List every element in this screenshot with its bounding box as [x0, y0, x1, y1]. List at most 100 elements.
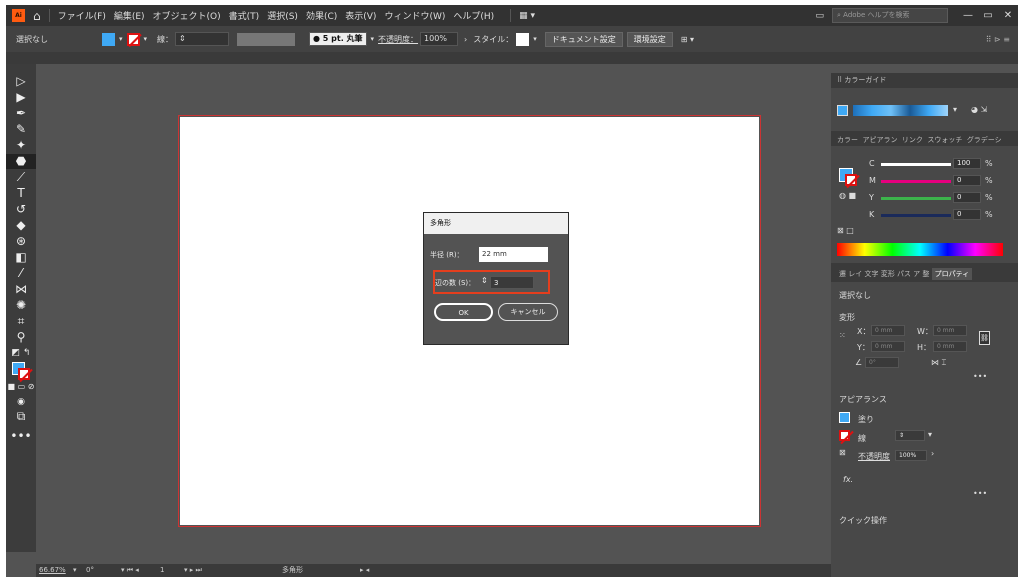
chevron-down-icon[interactable]: ▾: [119, 35, 123, 43]
chevron-right-icon[interactable]: ›: [464, 35, 467, 44]
opacity-input[interactable]: 100%: [895, 450, 927, 461]
status-nav-icon[interactable]: ▸ ◂: [360, 564, 369, 577]
arrange-icon[interactable]: ⊞ ▾: [681, 35, 694, 44]
preferences-button[interactable]: 環境設定: [626, 31, 673, 47]
cancel-button[interactable]: キャンセル: [498, 303, 558, 321]
drawing-mode-icon[interactable]: ◉: [6, 395, 36, 410]
variable-width-profile[interactable]: [237, 32, 296, 46]
tab-gradient[interactable]: グラデーシ: [967, 136, 1002, 144]
chevron-down-icon[interactable]: ▾: [73, 564, 77, 577]
rotate-tool-icon[interactable]: ↺: [6, 202, 36, 217]
channel-y-value[interactable]: 0: [953, 192, 981, 203]
menu-type[interactable]: 書式(T): [229, 9, 260, 22]
angle-input[interactable]: 0°: [865, 357, 899, 368]
chevron-down-icon[interactable]: ▾: [371, 35, 375, 43]
radius-input[interactable]: 22 mm: [479, 247, 548, 262]
minimize-icon[interactable]: —: [958, 10, 978, 21]
symbol-sprayer-icon[interactable]: ✺: [6, 298, 36, 313]
artboard-number[interactable]: 1: [160, 564, 164, 577]
channel-y-slider[interactable]: [881, 197, 951, 200]
tab-transform[interactable]: 変形: [881, 270, 895, 278]
harmony-colors-strip[interactable]: [853, 105, 948, 116]
tab-appearance[interactable]: アピアラン: [862, 136, 897, 144]
x-input[interactable]: 0 mm: [871, 325, 905, 336]
panel-menu-icon[interactable]: ⠿ ⊳ ≡: [986, 35, 1010, 44]
fx-icon[interactable]: fx.: [843, 475, 853, 484]
channel-c-slider[interactable]: [881, 163, 951, 166]
constrain-proportions-icon[interactable]: ⛓: [979, 331, 990, 345]
more-tools-icon[interactable]: •••: [6, 429, 36, 444]
artboard-nav-next-icon[interactable]: ▾ ▸ ⏭: [184, 564, 202, 577]
opacity-label[interactable]: 不透明度：: [378, 34, 418, 45]
brush-definition[interactable]: ● 5 pt. 丸筆: [309, 32, 367, 46]
tab-arrange[interactable]: 整: [922, 270, 929, 278]
tab-align[interactable]: ア: [913, 270, 920, 278]
color-mode-icon[interactable]: ■ ▭ ⊘: [6, 379, 36, 394]
menu-window[interactable]: ウィンドウ(W): [384, 9, 445, 22]
base-color-swatch[interactable]: [837, 105, 848, 116]
tab-links[interactable]: リンク: [902, 136, 923, 144]
chevron-down-icon[interactable]: ▾: [144, 35, 148, 43]
stroke-weight-input[interactable]: ⇕: [175, 32, 230, 46]
menu-select[interactable]: 選択(S): [267, 9, 298, 22]
menu-object[interactable]: オブジェクト(O): [153, 9, 221, 22]
zoom-level[interactable]: 66.67%: [39, 564, 66, 577]
warp-tool-icon[interactable]: ⊛: [6, 234, 36, 249]
blend-tool-icon[interactable]: ⋈: [6, 282, 36, 297]
tab-swatches[interactable]: スウォッチ: [927, 136, 962, 144]
opacity-input[interactable]: 100%: [420, 32, 459, 46]
home-icon[interactable]: ⌂: [33, 9, 41, 23]
channel-m-value[interactable]: 0: [953, 175, 981, 186]
arrange-documents-icon[interactable]: ▭: [815, 11, 824, 21]
channel-c-value[interactable]: 100: [953, 158, 981, 169]
eraser-tool-icon[interactable]: ◆: [6, 218, 36, 233]
document-setup-button[interactable]: ドキュメント設定: [544, 31, 623, 47]
channel-m-slider[interactable]: [881, 180, 951, 183]
menu-view[interactable]: 表示(V): [345, 9, 376, 22]
tab-layers-short[interactable]: 遷: [839, 270, 846, 278]
flip-icons[interactable]: ⋈ ⌶: [931, 358, 946, 368]
brush-tool-icon[interactable]: ⟋: [6, 170, 36, 185]
fill-swatch[interactable]: [102, 32, 115, 46]
curvature-tool-icon[interactable]: ✎: [6, 122, 36, 137]
workspace-switcher-icon[interactable]: ▦ ▾: [519, 11, 535, 21]
channel-k-value[interactable]: 0: [953, 209, 981, 220]
more-options-icon[interactable]: •••: [973, 489, 987, 498]
stroke-weight-stepper[interactable]: ⇕: [895, 430, 925, 441]
stepper-icon[interactable]: ⇕: [481, 276, 488, 285]
help-search-input[interactable]: ⌕ Adobe ヘルプを検索: [832, 8, 948, 23]
w-input[interactable]: 0 mm: [933, 325, 967, 336]
direct-selection-tool-icon[interactable]: ▶: [6, 90, 36, 105]
fill-color-icon[interactable]: [839, 412, 850, 423]
menu-effect[interactable]: 効果(C): [306, 9, 337, 22]
reference-point-icon[interactable]: ⁙: [839, 331, 846, 340]
screen-mode-icon[interactable]: ⧉: [6, 409, 36, 424]
stroke-swatch[interactable]: [126, 32, 140, 46]
ok-button[interactable]: OK: [434, 303, 493, 321]
chevron-right-icon[interactable]: ›: [931, 449, 934, 458]
tab-color[interactable]: カラー: [837, 136, 858, 144]
h-input[interactable]: 0 mm: [933, 341, 967, 352]
anchor-tool-icon[interactable]: ✦: [6, 138, 36, 153]
graphic-style-swatch[interactable]: [516, 32, 530, 46]
color-spectrum[interactable]: [837, 243, 1003, 256]
chevron-down-icon[interactable]: ▾: [928, 430, 932, 439]
rotation-angle[interactable]: 0°: [86, 564, 94, 577]
swap-colors-icon[interactable]: ◩ ↰: [6, 346, 36, 361]
none-white-swatches[interactable]: ⊠ □: [837, 226, 854, 235]
eyedropper-tool-icon[interactable]: ⁄: [6, 266, 36, 281]
channel-k-slider[interactable]: [881, 214, 951, 217]
color-wheel-icon[interactable]: ◕ ⇲: [971, 105, 987, 114]
tab-layers[interactable]: レイ: [848, 270, 862, 278]
chevron-down-icon[interactable]: ▾: [953, 105, 957, 114]
gamut-icon[interactable]: ◍ ■: [839, 191, 856, 200]
tab-properties[interactable]: プロパティ: [931, 268, 973, 280]
menu-file[interactable]: ファイル(F): [58, 9, 106, 22]
chevron-down-icon[interactable]: ▾: [533, 35, 537, 43]
gradient-tool-icon[interactable]: ◧: [6, 250, 36, 265]
polygon-tool-icon[interactable]: ⬣: [6, 154, 36, 169]
more-options-icon[interactable]: •••: [973, 372, 987, 381]
zoom-tool-icon[interactable]: ⚲: [6, 330, 36, 345]
type-tool-icon[interactable]: T: [6, 186, 36, 201]
artboard-tool-icon[interactable]: ⌗: [6, 314, 36, 329]
